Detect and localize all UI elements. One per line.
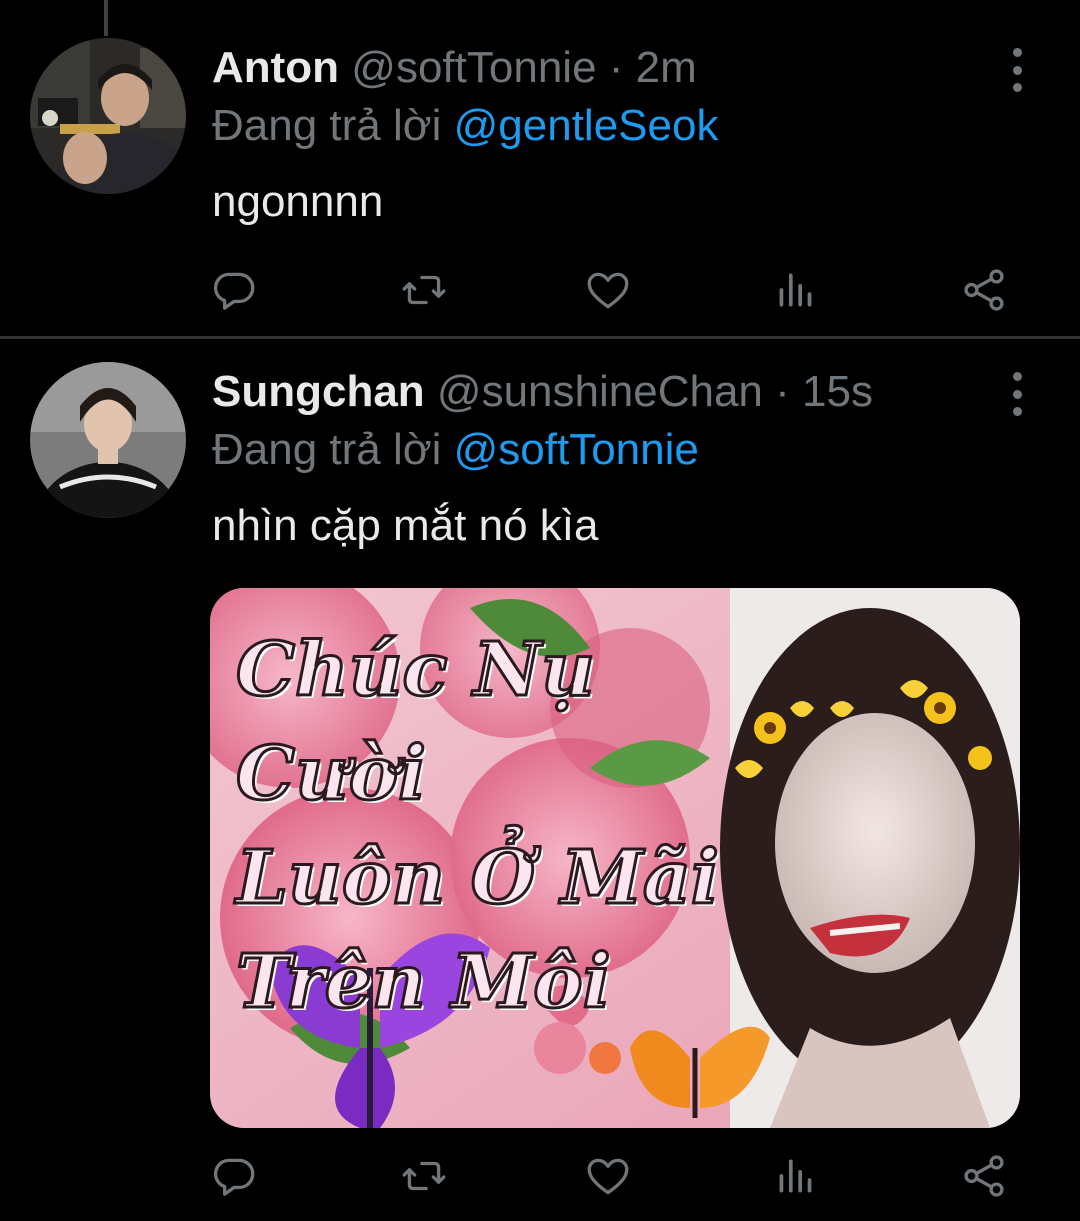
replying-prefix: Đang trả lời: [212, 425, 442, 474]
share-icon: [964, 1155, 1004, 1197]
reply-mention-link[interactable]: @softTonnie: [454, 425, 699, 474]
replying-to: Đang trả lời @gentleSeok: [212, 100, 718, 152]
avatar-image: [30, 38, 186, 194]
share-button[interactable]: [956, 1148, 1012, 1204]
like-button[interactable]: [580, 1148, 636, 1204]
user-handle[interactable]: @softTonnie: [351, 43, 596, 92]
avatar[interactable]: [30, 362, 186, 518]
share-icon: [964, 269, 1004, 311]
reply-icon: [213, 1158, 255, 1196]
separator-dot: ·: [608, 43, 624, 92]
more-vertical-icon: [1012, 48, 1022, 57]
like-button[interactable]: [580, 262, 636, 318]
views-button[interactable]: [768, 262, 824, 318]
replying-to: Đang trả lời @softTonnie: [212, 424, 699, 476]
like-icon: [587, 272, 629, 309]
tweet-header: Sungchan @sunshineChan · 15s: [212, 366, 873, 418]
retweet-button[interactable]: [396, 1148, 452, 1204]
avatar-image: [30, 362, 186, 518]
tweet[interactable]: Anton @softTonnie · 2m Đang trả lời @gen…: [0, 0, 1080, 338]
timeline: Anton @softTonnie · 2m Đang trả lời @gen…: [0, 0, 1080, 1221]
display-name[interactable]: Sungchan: [212, 367, 425, 416]
replying-prefix: Đang trả lời: [212, 101, 442, 150]
tweet-header: Anton @softTonnie · 2m: [212, 42, 697, 94]
media-caption-line: Trên Môi: [235, 938, 613, 1027]
tweet-divider: [0, 336, 1080, 339]
like-icon: [587, 1158, 629, 1195]
media-caption: Chúc Nụ Cười Luôn Ở Mãi Trên Môi: [235, 618, 756, 1034]
views-icon: [779, 273, 812, 307]
timestamp[interactable]: 2m: [636, 43, 697, 92]
tweet-text: ngonnnn: [212, 177, 384, 226]
display-name[interactable]: Anton: [212, 43, 339, 92]
retweet-icon: [402, 1161, 446, 1191]
more-vertical-icon: [1012, 372, 1022, 381]
media-caption-line: Luôn Ở Mãi: [235, 834, 721, 923]
reply-button[interactable]: [206, 1148, 262, 1204]
avatar[interactable]: [30, 38, 186, 194]
retweet-icon: [402, 275, 446, 305]
user-handle[interactable]: @sunshineChan: [437, 367, 763, 416]
timestamp[interactable]: 15s: [802, 367, 873, 416]
retweet-button[interactable]: [396, 262, 452, 318]
tweet[interactable]: Sungchan @sunshineChan · 15s Đang trả lờ…: [0, 340, 1080, 1221]
reply-mention-link[interactable]: @gentleSeok: [454, 101, 719, 150]
separator-dot: ·: [775, 367, 790, 416]
tweet-actions: [206, 262, 1026, 318]
views-button[interactable]: [768, 1148, 824, 1204]
tweet-text: nhìn cặp mắt nó kìa: [212, 501, 599, 550]
share-button[interactable]: [956, 262, 1012, 318]
more-options-button[interactable]: [1000, 372, 1034, 416]
tweet-media-image[interactable]: Chúc Nụ Cười Luôn Ở Mãi Trên Môi: [210, 588, 1020, 1128]
views-icon: [779, 1159, 812, 1193]
tweet-actions: [206, 1148, 1026, 1204]
reply-icon: [213, 272, 255, 310]
more-options-button[interactable]: [1000, 48, 1034, 92]
media-caption-line: Chúc Nụ Cười: [235, 626, 597, 819]
reply-button[interactable]: [206, 262, 262, 318]
